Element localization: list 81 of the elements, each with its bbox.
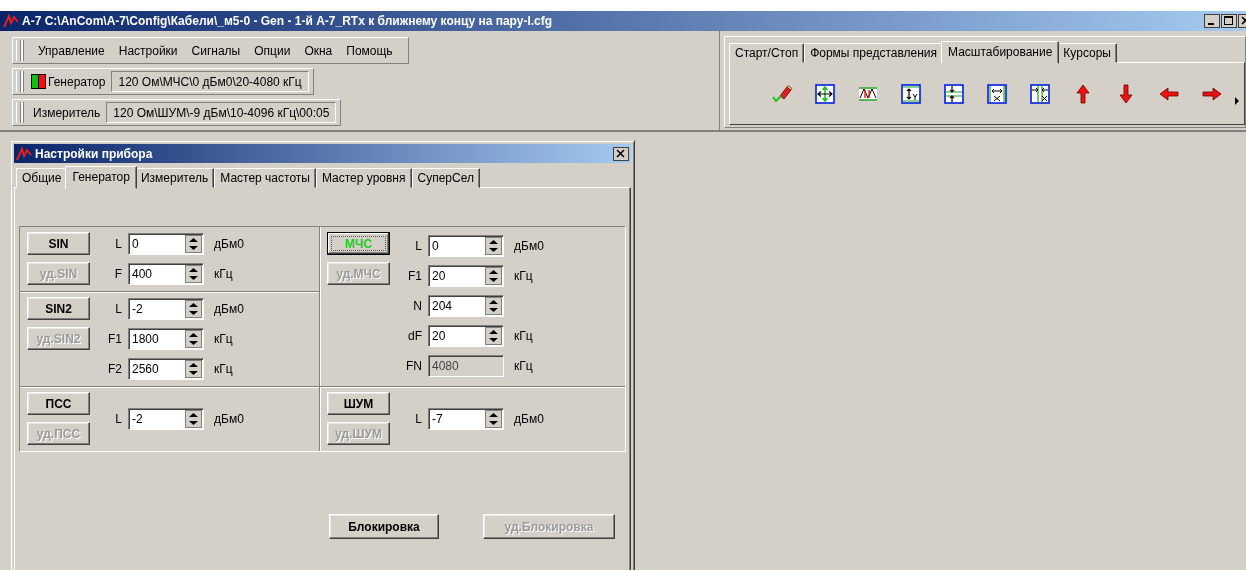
dialog-tab[interactable]: СуперСел xyxy=(411,168,480,188)
signal-button[interactable]: SIN2 xyxy=(27,297,90,320)
readonly-field[interactable]: 4080 xyxy=(428,355,504,377)
unit-label: кГц xyxy=(514,359,533,373)
view-tab[interactable]: Масштабирование xyxy=(941,41,1060,64)
grip-handle[interactable] xyxy=(16,102,21,123)
grip-handle[interactable] xyxy=(16,71,21,92)
menu-item[interactable]: Опции xyxy=(247,43,298,58)
dialog-tab[interactable]: Мастер частоты xyxy=(214,168,316,188)
arrow-up-icon[interactable] xyxy=(1075,83,1090,104)
unit-label: дБм0 xyxy=(214,301,244,316)
window-title: A-7 C:\AnCom\A-7\Config\Кабели\_м5-0 - Gen - 1-й A-7_RTx к ближнему концу на пару-I.cfg xyxy=(22,14,554,28)
unit-label: кГц xyxy=(214,361,233,376)
field-label: N xyxy=(412,299,422,313)
generator-value: 120 Ом\МЧС\0 дБм0\20-4080 кГц xyxy=(111,71,309,92)
field-label: L xyxy=(114,301,122,316)
close-icon[interactable] xyxy=(613,146,629,161)
eraser-icon[interactable] xyxy=(770,83,793,104)
zoom-fit-icon[interactable] xyxy=(814,83,835,104)
spinner-icon[interactable] xyxy=(485,327,502,345)
field-label: dF xyxy=(407,329,422,343)
spinner-icon[interactable] xyxy=(485,237,502,255)
logo-icon xyxy=(3,14,19,28)
spinner-icon[interactable] xyxy=(185,409,202,428)
grip-handle[interactable] xyxy=(16,40,21,61)
arrow-right-icon[interactable] xyxy=(1201,86,1222,101)
unit-label: дБм0 xyxy=(514,411,544,426)
unit-label: дБм0 xyxy=(214,411,244,426)
unit-label: кГц xyxy=(514,329,533,343)
unit-label: кГц xyxy=(214,331,233,346)
zoom-x-icon[interactable] xyxy=(986,83,1007,104)
spinner-icon[interactable] xyxy=(185,234,202,253)
spinner-icon[interactable] xyxy=(485,297,502,315)
generator-label: Генератор xyxy=(47,74,107,89)
shrink-y-icon[interactable] xyxy=(943,83,964,104)
field-label: L xyxy=(414,239,422,253)
unit-label: дБм0 xyxy=(214,236,244,251)
zoom-y-icon[interactable] xyxy=(900,83,921,104)
field-label: L xyxy=(414,411,422,426)
field-label: L xyxy=(114,236,122,251)
field-label: FN xyxy=(405,359,422,373)
spinner-icon[interactable] xyxy=(485,409,502,428)
spinner-icon[interactable] xyxy=(185,359,202,378)
dialog-tab[interactable]: Мастер уровня xyxy=(315,168,412,188)
dialog-title: Настройки прибора xyxy=(35,146,154,161)
field-label: F2 xyxy=(107,361,122,376)
dialog-tab[interactable]: Генератор xyxy=(65,166,137,189)
view-tab[interactable]: Формы представления xyxy=(804,43,944,63)
meter-label: Измеритель xyxy=(32,105,102,120)
spinner-icon[interactable] xyxy=(185,264,202,283)
unit-label: кГц xyxy=(214,266,233,281)
unit-label: дБм0 xyxy=(514,239,544,253)
field-label: F1 xyxy=(407,269,422,283)
field-label: L xyxy=(114,411,122,426)
minimize-icon[interactable] xyxy=(1204,14,1220,28)
menu-item[interactable]: Помощь xyxy=(339,43,400,58)
view-tab[interactable]: Курсоры xyxy=(1057,43,1117,63)
field-label: F xyxy=(113,266,122,281)
menu-item[interactable]: Управление xyxy=(31,43,112,58)
signal-button[interactable]: ШУМ xyxy=(327,392,390,415)
logo-icon xyxy=(16,146,32,161)
dialog-button[interactable]: Блокировка xyxy=(329,514,439,539)
spinner-icon[interactable] xyxy=(185,299,202,318)
spinner-icon[interactable] xyxy=(185,329,202,348)
shrink-x-icon[interactable] xyxy=(1029,83,1050,104)
signal-button[interactable]: ПСС xyxy=(27,392,90,415)
more-icon[interactable] xyxy=(1235,96,1240,105)
dialog-tab[interactable]: Общие xyxy=(16,168,68,188)
signal-button[interactable]: SIN xyxy=(27,232,90,255)
unit-label: кГц xyxy=(514,269,533,283)
meter-value: 120 Ом\ШУМ\-9 дБм\10-4096 кГц\00:05 xyxy=(106,102,337,123)
dialog-tab[interactable]: Измеритель xyxy=(134,168,215,188)
arrow-left-icon[interactable] xyxy=(1158,86,1179,101)
menu-item[interactable]: Сигналы xyxy=(184,43,248,58)
arrow-down-icon[interactable] xyxy=(1118,83,1133,104)
field-label: F1 xyxy=(107,331,122,346)
view-tab[interactable]: Старт/Стоп xyxy=(729,43,805,63)
status-indicator-icon xyxy=(31,74,46,89)
menu-item[interactable]: Настройки xyxy=(111,43,185,58)
spinner-icon[interactable] xyxy=(485,267,502,285)
menu-item[interactable]: Окна xyxy=(297,43,340,58)
